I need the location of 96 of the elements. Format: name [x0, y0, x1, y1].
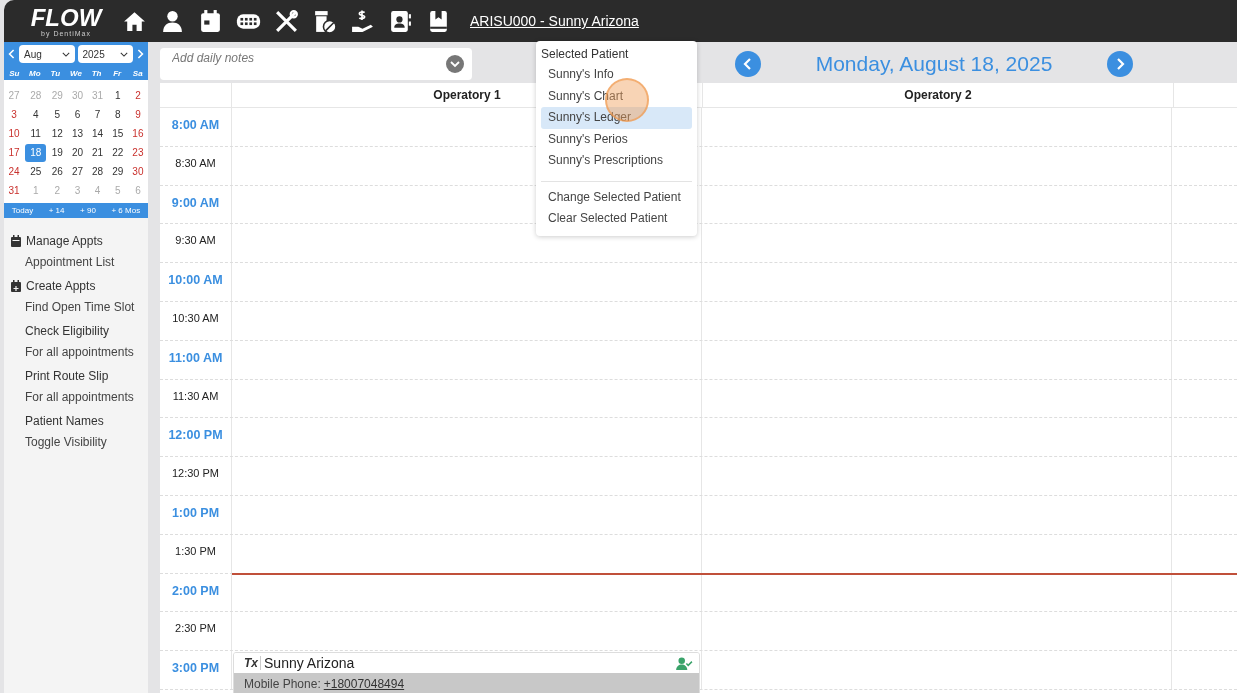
time-label: 1:30 PM	[175, 544, 216, 559]
sidebar-heading[interactable]: Manage Appts	[26, 234, 103, 248]
time-label: 10:00 AM	[168, 273, 223, 290]
calendar-day[interactable]: 14	[88, 125, 107, 143]
column-header: Operatory 1	[433, 88, 501, 102]
calendar-day[interactable]: 25	[25, 163, 47, 181]
calendar-day[interactable]: 21	[88, 144, 107, 162]
calendar-day[interactable]: 22	[108, 144, 127, 162]
menu-item[interactable]: Sunny's Info	[541, 64, 692, 86]
column-header: Operatory 2	[904, 88, 972, 102]
menu-item[interactable]: Sunny's Chart	[541, 85, 692, 107]
time-label: 8:00 AM	[171, 118, 220, 134]
calendar-day[interactable]: 15	[108, 125, 127, 143]
treatment-badge: Tx	[244, 656, 261, 671]
previous-month-icon[interactable]	[8, 48, 16, 60]
calendar-day[interactable]: 29	[108, 163, 127, 181]
time-label: 2:30 PM	[175, 622, 216, 637]
sidebar-link[interactable]: For all appointments	[10, 390, 148, 404]
menu-heading: Selected Patient	[541, 46, 630, 63]
sidebar-heading[interactable]: Patient Names	[10, 414, 104, 428]
sidebar-heading[interactable]: Print Route Slip	[10, 369, 109, 383]
sidebar-heading[interactable]: Create Appts	[26, 279, 96, 293]
menu-item[interactable]: Sunny's Perios	[541, 128, 692, 150]
calendar-day[interactable]: 4	[25, 106, 47, 124]
appointment-card[interactable]: Tx Sunny Arizona Mobile Phone: +18007048494	[233, 652, 700, 693]
menu-item[interactable]: Change Selected Patient	[541, 186, 692, 208]
chevron-down-icon	[61, 51, 70, 57]
time-label: 3:00 PM	[171, 661, 220, 678]
calendar-day[interactable]: 30	[128, 163, 147, 181]
sidebar-link[interactable]: Appointment List	[10, 255, 148, 269]
calendar-day[interactable]: 26	[48, 163, 67, 181]
time-label: 11:30 AM	[172, 389, 219, 404]
patient-name: Sunny Arizona	[264, 655, 356, 672]
calendar-day[interactable]: 20	[68, 144, 87, 162]
phone-label: Mobile Phone:	[244, 677, 321, 692]
next-day-button[interactable]	[1107, 51, 1133, 77]
calendar-day[interactable]: 13	[68, 125, 87, 143]
menu-item[interactable]: Sunny's Prescriptions	[541, 150, 692, 172]
sidebar-link[interactable]: Find Open Time Slot	[10, 300, 148, 314]
daily-notes-field[interactable]: Add daily notes	[160, 47, 472, 80]
calendar-day[interactable]: 19	[48, 144, 67, 162]
sidebar-link[interactable]: Toggle Visibility	[10, 435, 148, 449]
contact-book-icon[interactable]	[388, 8, 413, 34]
time-label: 12:30 PM	[171, 467, 220, 482]
month-select[interactable]: Aug	[19, 45, 75, 63]
time-label: 9:30 AM	[175, 234, 216, 249]
calendar-day[interactable]: 1	[108, 87, 127, 105]
weekday-label: Fr	[112, 68, 123, 78]
calendar-day[interactable]: 24	[5, 163, 24, 181]
time-label: 8:30 AM	[175, 156, 216, 171]
calendar-day[interactable]: 23	[128, 144, 147, 162]
calendar-day[interactable]: 5	[48, 106, 67, 124]
calendar-day[interactable]: 8	[108, 106, 127, 124]
time-label: 12:00 PM	[168, 428, 223, 445]
weekday-label: Tu	[49, 68, 62, 78]
phone-link[interactable]: +18007048494	[323, 677, 405, 692]
next-month-icon[interactable]	[136, 48, 144, 60]
person-icon[interactable]	[160, 8, 185, 34]
time-label: 2:00 PM	[171, 583, 220, 600]
sidebar-link[interactable]: For all appointments	[10, 345, 148, 359]
patient-link[interactable]: ARISU000 - Sunny Arizona	[470, 13, 639, 29]
weekday-label: Mo	[28, 68, 42, 78]
calendar-icon[interactable]	[198, 8, 223, 34]
calendar-icon	[10, 235, 22, 247]
calendar-day[interactable]: 17	[5, 144, 24, 162]
previous-day-button[interactable]	[735, 51, 761, 77]
weekday-label: We	[69, 68, 83, 78]
calendar-day[interactable]: 10	[5, 125, 24, 143]
pill-bottle-icon[interactable]	[312, 8, 337, 34]
weekday-label: Th	[90, 68, 103, 78]
date-title: Monday, August 18, 2025	[814, 52, 1054, 76]
expand-icon[interactable]	[446, 54, 464, 73]
calendar-day[interactable]: 7	[88, 106, 107, 124]
sidebar-heading[interactable]: Check Eligibility	[10, 324, 110, 338]
weekday-label: Sa	[131, 68, 144, 78]
time-label: 9:00 AM	[171, 195, 220, 212]
time-label: 10:30 AM	[172, 312, 219, 326]
calendar-plus-icon	[10, 280, 22, 292]
weekday-label: Su	[8, 68, 21, 78]
calendar-day[interactable]: 28	[88, 163, 107, 181]
calendar-day[interactable]: 3	[5, 106, 24, 124]
menu-item[interactable]: Clear Selected Patient	[541, 208, 692, 230]
year-select[interactable]: 2025	[77, 45, 133, 63]
time-label: 1:00 PM	[171, 505, 220, 522]
calendar-day[interactable]: 6	[68, 106, 87, 124]
calendar-day[interactable]: 11	[25, 125, 47, 143]
calendar-day[interactable]: 27	[68, 163, 87, 181]
calendar-day[interactable]: 31	[5, 182, 24, 200]
calendar-day[interactable]: 16	[128, 125, 147, 143]
calendar-day[interactable]: 9	[128, 106, 147, 124]
time-label: 11:00 AM	[168, 350, 223, 367]
payment-hand-icon[interactable]	[350, 8, 375, 34]
chevron-down-icon	[120, 51, 128, 57]
tools-icon[interactable]	[274, 8, 299, 34]
calendar-day[interactable]: 2	[128, 87, 147, 105]
calendar-day[interactable]: 12	[48, 125, 67, 143]
